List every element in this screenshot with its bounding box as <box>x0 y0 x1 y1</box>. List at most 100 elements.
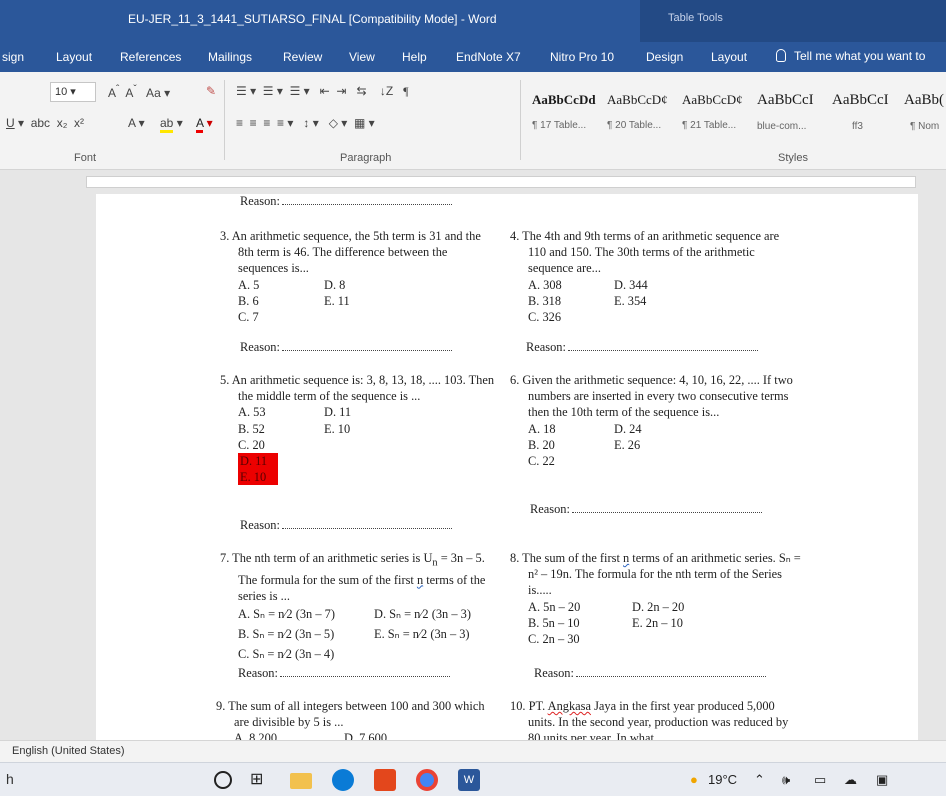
list-buttons[interactable]: ☰ ▾ ☰ ▾ ☰ ▾ ⇤ ⇥ ⇆ ↓Z ¶ <box>236 84 409 99</box>
style-name: ¶ 20 Table... <box>607 120 662 131</box>
tab-references[interactable]: References <box>120 50 181 64</box>
style-gallery-item[interactable]: AaBbCcDd ¶ 17 Table... <box>532 92 602 136</box>
word-window: EU-JER_11_3_1441_SUTIARSO_FINAL [Compati… <box>0 0 946 796</box>
notification-icon[interactable]: ▣ <box>876 772 888 788</box>
question-stem: 9. The sum of all integers between 100 a… <box>216 699 485 730</box>
style-gallery-item[interactable]: AaBbCcI blue-com... <box>757 92 827 136</box>
question-3: 3. An arithmetic sequence, the 5th term … <box>220 228 492 325</box>
style-sample: AaBbCcI <box>757 92 814 108</box>
tab-review[interactable]: Review <box>283 50 322 64</box>
style-name: ¶ 21 Table... <box>682 120 737 131</box>
tell-me-text: Tell me what you want to <box>794 49 926 63</box>
ruler-strip <box>86 176 916 188</box>
font-group-label: Font <box>74 152 97 164</box>
font-color-icon[interactable]: A ▾ <box>196 116 213 133</box>
question-7: 7. The nth term of an arithmetic series … <box>220 550 500 664</box>
tab-layout[interactable]: Layout <box>56 50 92 64</box>
file-explorer-icon[interactable] <box>290 773 312 789</box>
document-title: EU-JER_11_3_1441_SUTIARSO_FINAL [Compati… <box>128 12 497 26</box>
style-sample: AaBbCcI <box>832 92 889 108</box>
tab-design-partial[interactable]: sign <box>2 50 24 64</box>
font-format-buttons[interactable]: U ▾ abc x₂ x² <box>6 116 84 130</box>
question-6: 6. Given the arithmetic sequence: 4, 10,… <box>510 372 802 469</box>
tell-me-box[interactable]: Tell me what you want to <box>776 49 925 63</box>
question-10: 10. PT. Angkasa Jaya in the first year p… <box>510 698 802 740</box>
clear-format-icon[interactable]: ✎ <box>206 84 216 98</box>
search-box[interactable]: h <box>6 771 14 787</box>
style-gallery-item[interactable]: AaBbCcI ff3 <box>832 92 902 136</box>
document-area[interactable]: Reason: 3. An arithmetic sequence, the 5… <box>0 194 946 740</box>
text-effects-icon[interactable]: A ▾ <box>128 116 145 130</box>
style-name: ff3 <box>852 121 863 132</box>
styles-group-label: Styles <box>778 152 808 164</box>
question-stem: 4. The 4th and 9th terms of an arithmeti… <box>510 229 780 276</box>
task-view-icon[interactable]: ⊞ <box>250 769 272 791</box>
style-sample: AaBb( <box>904 92 944 108</box>
taskbar: h ⊞ W ● 19°C ⌃ 🕪 ▭ ☁ ▣ <box>0 762 946 796</box>
style-gallery-item[interactable]: AaBbCcD¢ ¶ 21 Table... <box>682 92 752 136</box>
highlight-color-icon[interactable]: ab ▾ <box>160 116 183 133</box>
alignment-buttons[interactable]: ≡ ≡ ≡ ≡ ▾ ↕ ▾ ◇ ▾ ▦ ▾ <box>236 116 375 130</box>
table-tools-label: Table Tools <box>668 12 723 24</box>
tab-table-design[interactable]: Design <box>646 50 683 64</box>
status-bar: English (United States) <box>0 740 946 762</box>
question-stem: 6. Given the arithmetic sequence: 4, 10,… <box>510 373 793 420</box>
style-name: ¶ Nom <box>910 121 940 132</box>
language-indicator[interactable]: English (United States) <box>12 745 125 757</box>
reason-line: Reason: <box>530 502 762 517</box>
style-name: ¶ 17 Table... <box>532 120 587 131</box>
question-9: 9. The sum of all integers between 100 a… <box>216 698 498 740</box>
style-sample: AaBbCcD¢ <box>682 92 743 107</box>
question-5: 5. An arithmetic sequence is: 3, 8, 13, … <box>220 373 495 486</box>
tab-endnote[interactable]: EndNote X7 <box>456 50 521 64</box>
ribbon-home: 10 ▾ Aˆ Aˇ Aa ▾ ✎ U ▾ abc x₂ x² A ▾ ab ▾… <box>0 72 946 170</box>
edge-icon[interactable] <box>332 769 354 791</box>
divider <box>520 80 521 160</box>
font-grow-shrink[interactable]: Aˆ Aˇ Aa ▾ <box>108 84 170 100</box>
tab-view[interactable]: View <box>349 50 375 64</box>
cortana-icon[interactable] <box>214 771 232 789</box>
style-sample: AaBbCcD¢ <box>607 92 668 107</box>
chrome-icon[interactable] <box>416 769 438 791</box>
word-icon[interactable]: W <box>458 769 480 791</box>
style-gallery-item[interactable]: AaBbCcD¢ ¶ 20 Table... <box>607 92 677 136</box>
style-sample: AaBbCcDd <box>532 92 596 107</box>
question-stem: 5. An arithmetic sequence is: 3, 8, 13, … <box>220 373 495 404</box>
weather-icon: ● <box>690 772 698 787</box>
reason-line: Reason: <box>526 340 758 355</box>
tab-nitro[interactable]: Nitro Pro 10 <box>550 50 614 64</box>
ribbon-tabs: sign Layout References Mailings Review V… <box>0 42 946 72</box>
lightbulb-icon <box>776 49 786 62</box>
tab-help[interactable]: Help <box>402 50 427 64</box>
question-stem: 7. The nth term of an arithmetic series … <box>220 551 486 603</box>
document-page[interactable]: Reason: 3. An arithmetic sequence, the 5… <box>96 194 918 740</box>
speaker-icon[interactable]: 🕪 <box>782 772 790 788</box>
reason-line: Reason: <box>240 518 452 533</box>
paragraph-group-label: Paragraph <box>340 152 392 164</box>
office-icon[interactable] <box>374 769 396 791</box>
reason-line: Reason: <box>240 340 452 355</box>
title-bar: EU-JER_11_3_1441_SUTIARSO_FINAL [Compati… <box>0 0 946 42</box>
question-8: 8. The sum of the first n terms of an ar… <box>510 551 801 647</box>
font-size-value: 10 <box>55 86 68 98</box>
battery-icon[interactable]: ▭ <box>814 772 826 788</box>
horizontal-ruler[interactable] <box>0 170 946 194</box>
tab-mailings[interactable]: Mailings <box>208 50 252 64</box>
font-size-box[interactable]: 10 ▾ <box>50 82 96 102</box>
question-stem: 10. PT. Angkasa Jaya in the first year p… <box>510 699 789 740</box>
question-4: 4. The 4th and 9th terms of an arithmeti… <box>510 228 800 325</box>
question-stem: 3. An arithmetic sequence, the 5th term … <box>220 229 481 276</box>
reason-line: Reason: <box>238 666 450 681</box>
reason-line: Reason: <box>534 666 766 681</box>
style-name: blue-com... <box>757 121 807 132</box>
divider <box>224 80 225 160</box>
reason-line: Reason: <box>240 194 452 209</box>
style-gallery-item[interactable]: AaBb( ¶ Nom <box>904 92 946 136</box>
tab-table-layout[interactable]: Layout <box>711 50 747 64</box>
chevron-up-icon[interactable]: ⌃ <box>754 772 765 788</box>
highlighted-option: E. 10 <box>238 469 278 486</box>
highlighted-option: D. 11 <box>238 453 278 470</box>
temperature[interactable]: 19°C <box>708 772 737 787</box>
cloud-icon[interactable]: ☁ <box>844 772 857 788</box>
question-stem: 8. The sum of the first n terms of an ar… <box>510 551 801 598</box>
